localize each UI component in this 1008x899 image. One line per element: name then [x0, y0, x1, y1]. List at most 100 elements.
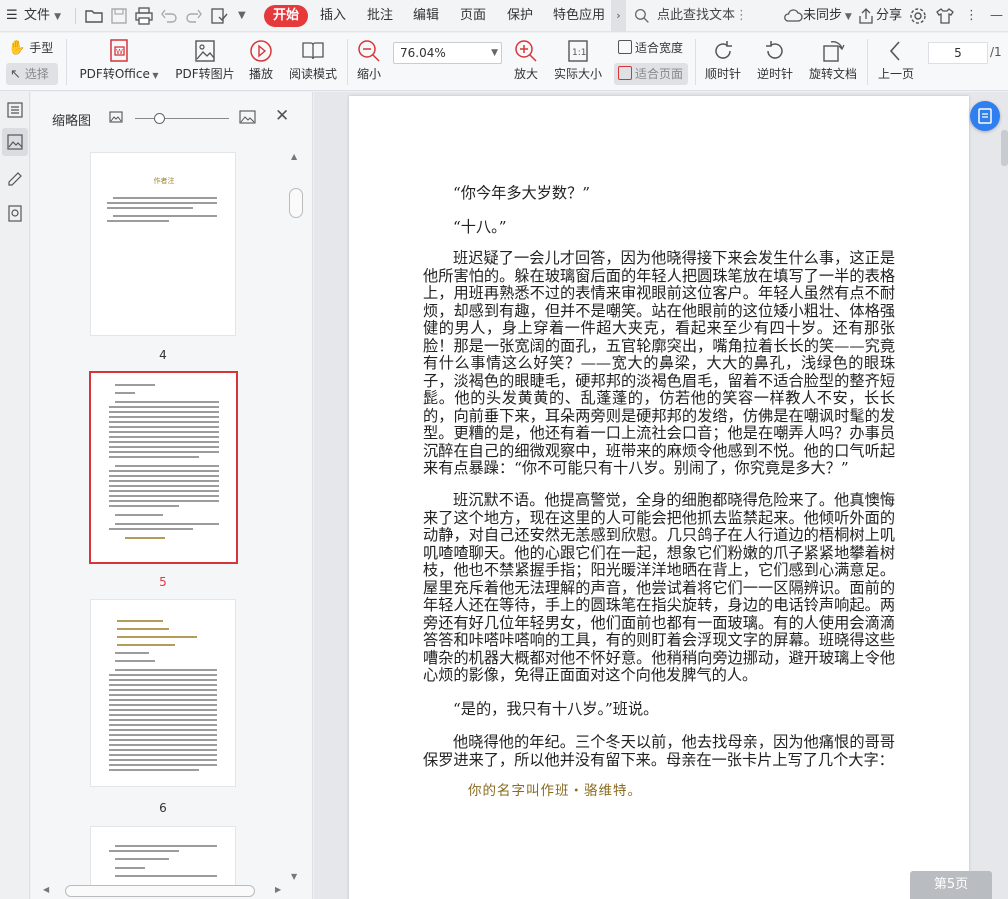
select-tool-button[interactable]: ↖ 选择	[6, 63, 58, 85]
redo-icon[interactable]	[184, 6, 204, 26]
zoom-out-button[interactable]: 缩小	[354, 37, 384, 82]
tab-edit[interactable]: 编辑	[413, 0, 439, 32]
text-line	[109, 406, 219, 408]
text-line	[109, 744, 217, 746]
thumbnail-page-4[interactable]: 作者注	[90, 152, 236, 336]
print-icon[interactable]	[134, 6, 154, 26]
pdf-to-office-button[interactable]: W PDF转Office ▼	[78, 37, 160, 82]
thumbnail-vertical-scrollbar[interactable]: ▲ ▼	[289, 152, 303, 884]
slider-handle[interactable]	[154, 113, 165, 124]
text-line	[115, 875, 217, 877]
save-icon[interactable]	[109, 6, 129, 26]
thumbnail-page-number: 4	[159, 348, 167, 362]
text-line	[109, 528, 193, 530]
sync-status[interactable]: 未同步 ▼	[803, 0, 852, 32]
outline-button[interactable]	[2, 96, 28, 124]
zoom-in-label: 放大	[513, 67, 538, 81]
page-number-input[interactable]: 5	[928, 42, 988, 64]
text-line	[109, 490, 219, 492]
scroll-thumb[interactable]	[289, 188, 303, 218]
fit-width-button[interactable]: 适合宽度	[614, 37, 688, 59]
text-line	[115, 514, 163, 516]
read-mode-label: 阅读模式	[288, 67, 337, 81]
zoom-in-button[interactable]: 放大	[512, 37, 540, 82]
rotate-counterclockwise-button[interactable]: 逆时针	[754, 37, 796, 82]
hand-tool-button[interactable]: ✋ 手型	[8, 39, 58, 56]
undo-icon[interactable]	[159, 6, 179, 26]
document-viewport[interactable]: “你今年多大岁数？” “十八。” 班迟疑了一会儿才回答，因为他晓得接下来会发生什…	[314, 92, 1008, 899]
floating-tool-button[interactable]	[970, 101, 1000, 131]
text-line	[115, 523, 219, 525]
thumbnail-page-5[interactable]	[89, 371, 238, 564]
text-line	[109, 451, 219, 453]
scroll-up-icon[interactable]: ▲	[291, 152, 297, 161]
large-image-icon[interactable]	[239, 109, 256, 125]
tab-start[interactable]: 开始	[264, 5, 309, 27]
menu-divider	[75, 8, 76, 24]
tab-special-apps[interactable]: 特色应用	[553, 0, 605, 32]
fit-page-label: 适合页面	[635, 67, 684, 81]
scroll-thumb[interactable]	[65, 885, 255, 897]
text-line	[109, 714, 217, 716]
scroll-down-icon[interactable]: ▼	[291, 872, 297, 881]
close-panel-icon[interactable]: ✕	[275, 106, 289, 126]
text-line	[115, 669, 217, 671]
read-mode-button[interactable]: 阅读模式	[286, 37, 340, 82]
rotate-document-button[interactable]: 旋转文档	[806, 37, 860, 82]
chevron-down-icon: ▼	[842, 12, 852, 22]
scroll-left-icon[interactable]: ◀	[43, 885, 49, 894]
more-vertical-icon[interactable]: ⋮	[735, 0, 748, 32]
fit-page-button[interactable]: 适合页面	[614, 63, 688, 85]
tab-page[interactable]: 页面	[460, 0, 486, 32]
text-line	[109, 470, 219, 472]
tab-insert[interactable]: 插入	[320, 0, 346, 32]
thumbnails-button[interactable]	[2, 128, 28, 156]
small-image-icon[interactable]	[109, 110, 123, 124]
thumbnail-horizontal-scrollbar[interactable]: ◀ ▶	[43, 885, 287, 897]
toolbar-divider	[347, 39, 348, 85]
tabs-scroll-right-icon[interactable]: ›	[611, 0, 626, 32]
actual-size-button[interactable]: 1:1 实际大小	[550, 37, 606, 82]
document-scroll-thumb[interactable]	[1001, 130, 1008, 166]
more-options-icon[interactable]: ⋮	[965, 0, 978, 32]
text-line	[109, 850, 179, 852]
thumbnail-panel-title: 缩略图	[52, 114, 92, 129]
text-line	[109, 704, 217, 706]
document-search-icon	[8, 205, 22, 222]
more-dropdown-icon[interactable]: ▼	[238, 0, 246, 32]
zoom-level-value: 76.04%	[400, 46, 446, 60]
tab-protect[interactable]: 保护	[507, 0, 533, 32]
rotate-clockwise-icon	[715, 41, 732, 59]
tab-annotate[interactable]: 批注	[367, 0, 393, 32]
menu-file[interactable]: 文件 ▼	[24, 0, 61, 32]
thumbnail-size-slider[interactable]	[135, 118, 229, 119]
open-folder-icon[interactable]	[84, 6, 104, 26]
previous-page-button[interactable]: 上一页	[874, 37, 918, 82]
hamburger-menu-icon[interactable]: ☰	[6, 0, 18, 32]
pen-tag-icon	[8, 172, 22, 186]
text-line	[115, 384, 155, 386]
zoom-level-select[interactable]: 76.04% ▼	[393, 42, 502, 64]
annotations-button[interactable]	[2, 164, 28, 192]
toolbar-divider	[695, 39, 696, 85]
pdf-to-image-button[interactable]: PDF转图片	[172, 37, 238, 82]
play-button[interactable]: 播放	[244, 37, 278, 82]
text-line	[109, 416, 219, 418]
minimize-icon[interactable]: —	[990, 0, 1003, 32]
text-line	[109, 505, 179, 507]
paragraph: 他晓得他的年纪。三个冬天以前，他去找母亲，因为他痛恨的哥哥保罗进来了，所以他并没…	[423, 733, 895, 769]
scroll-right-icon[interactable]: ▶	[275, 885, 281, 894]
thumbnail-heading: 作者注	[153, 177, 175, 185]
convert-icon[interactable]	[209, 6, 229, 26]
thumbnail-page-7[interactable]	[90, 826, 236, 886]
settings-gear-icon[interactable]	[908, 6, 928, 26]
thumbnail-page-6[interactable]	[90, 599, 236, 787]
paragraph: 班沉默不语。他提高警觉，全身的细胞都晓得危险来了。他真懊悔来了这个地方，现在这里…	[423, 491, 895, 684]
rotate-clockwise-button[interactable]: 顺时针	[702, 37, 744, 82]
bookmarks-button[interactable]	[2, 200, 28, 228]
cloud-sync-icon	[784, 9, 803, 22]
document-page: “你今年多大岁数？” “十八。” 班迟疑了一会儿才回答，因为他晓得接下来会发生什…	[349, 96, 969, 899]
share-button[interactable]: 分享	[876, 0, 902, 32]
search-box[interactable]: 点此查找文本	[657, 0, 735, 32]
skin-icon[interactable]	[935, 6, 955, 26]
